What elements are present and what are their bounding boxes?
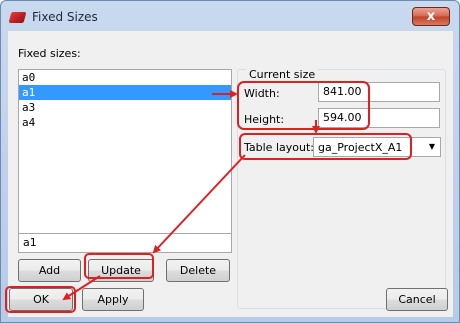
height-label: Height: [244, 113, 285, 126]
dialog-window: Fixed Sizes x Fixed sizes: a0 a1 a3 a4 a… [0, 0, 460, 323]
height-input[interactable]: 594.00 [318, 108, 440, 128]
delete-button[interactable]: Delete [166, 259, 230, 282]
list-item[interactable]: a3 [19, 100, 231, 115]
update-button[interactable]: Update [88, 259, 154, 282]
current-size-group [237, 69, 446, 309]
add-button[interactable]: Add [18, 259, 81, 282]
width-label: Width: [244, 87, 280, 100]
app-logo-icon [8, 12, 27, 23]
dialog-body: Fixed sizes: a0 a1 a3 a4 a1 Add Update D… [8, 31, 453, 317]
title-bar[interactable]: Fixed Sizes x [1, 1, 459, 31]
size-name-input[interactable]: a1 [18, 233, 232, 253]
window-title: Fixed Sizes [32, 10, 98, 24]
cancel-button[interactable]: Cancel [386, 288, 448, 311]
list-item[interactable]: a4 [19, 115, 231, 130]
close-button[interactable]: x [412, 7, 450, 26]
table-layout-value: ga_ProjectX_A1 [318, 141, 403, 154]
table-layout-label: Table layout: [244, 141, 314, 154]
fixed-sizes-label: Fixed sizes: [18, 47, 81, 60]
width-input[interactable]: 841.00 [318, 82, 440, 102]
ok-button[interactable]: OK [9, 288, 73, 311]
current-size-group-title: Current size [246, 68, 319, 81]
apply-button[interactable]: Apply [82, 288, 144, 311]
table-layout-select[interactable]: ga_ProjectX_A1 ▼ [313, 137, 441, 157]
list-item[interactable]: a0 [19, 70, 231, 85]
chevron-down-icon[interactable]: ▼ [424, 138, 440, 156]
list-item-selected[interactable]: a1 [19, 85, 231, 100]
fixed-sizes-list[interactable]: a0 a1 a3 a4 [18, 69, 232, 251]
